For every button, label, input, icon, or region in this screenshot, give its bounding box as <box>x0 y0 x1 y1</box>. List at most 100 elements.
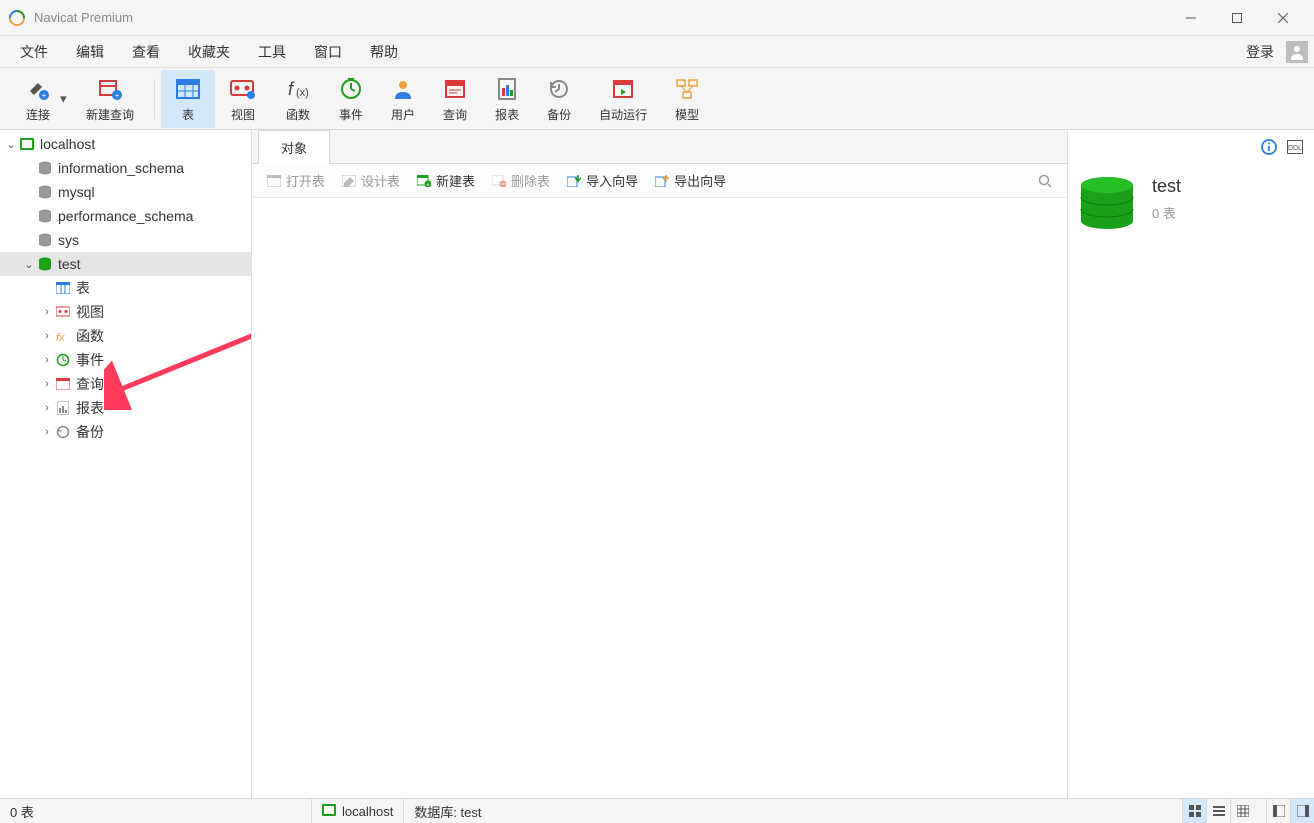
chevron-down-icon[interactable]: ⌄ <box>22 258 36 271</box>
connection-tree[interactable]: ⌄ localhost information_schema mysql per… <box>0 130 252 798</box>
database-icon <box>36 233 54 247</box>
object-toolbar: 打开表 设计表 +新建表 删除表 导入向导 导出向导 <box>252 164 1067 198</box>
chevron-right-icon[interactable]: › <box>40 402 54 414</box>
toolbar-view[interactable]: 视图 <box>215 70 271 128</box>
chevron-right-icon[interactable]: › <box>40 354 54 366</box>
tree-db[interactable]: information_schema <box>0 156 251 180</box>
svg-text:+: + <box>42 91 47 100</box>
svg-text:f: f <box>288 79 295 99</box>
database-icon <box>36 257 54 271</box>
function-icon: fx <box>54 330 72 342</box>
window-title: Navicat Premium <box>34 10 1168 25</box>
close-button[interactable] <box>1260 0 1306 36</box>
object-list[interactable] <box>252 198 1067 798</box>
chevron-right-icon[interactable]: › <box>40 378 54 390</box>
backup-icon <box>54 425 72 439</box>
svg-text:DDL: DDL <box>1288 145 1302 152</box>
export-wizard-button[interactable]: 导出向导 <box>648 168 732 193</box>
chevron-right-icon[interactable]: › <box>40 306 54 318</box>
view-detail-icon[interactable] <box>1230 799 1254 823</box>
menu-file[interactable]: 文件 <box>6 38 62 66</box>
search-button[interactable] <box>1031 170 1059 192</box>
svg-text:(x): (x) <box>296 87 309 99</box>
toolbar-connect-dropdown[interactable]: ▾ <box>60 91 68 107</box>
design-table-button[interactable]: 设计表 <box>335 168 406 193</box>
tree-label: 视图 <box>76 302 104 322</box>
database-icon <box>36 209 54 223</box>
tree-label: mysql <box>58 184 95 200</box>
query-icon <box>54 378 72 390</box>
tree-label: test <box>58 256 81 272</box>
toolbar-model[interactable]: 模型 <box>661 70 713 128</box>
toolbar-auto-run[interactable]: 自动运行 <box>585 70 661 128</box>
avatar[interactable] <box>1286 41 1308 63</box>
toolbar-event[interactable]: 事件 <box>325 70 377 128</box>
svg-text:fx: fx <box>56 332 65 342</box>
tree-db[interactable]: performance_schema <box>0 204 251 228</box>
panel-left-icon[interactable] <box>1266 799 1290 823</box>
connection-icon <box>322 804 336 819</box>
info-icon[interactable] <box>1260 138 1278 156</box>
chevron-right-icon[interactable]: › <box>40 426 54 438</box>
tree-backups[interactable]: › 备份 <box>0 420 251 444</box>
login-button[interactable]: 登录 <box>1238 38 1282 66</box>
tree-db[interactable]: sys <box>0 228 251 252</box>
maximize-button[interactable] <box>1214 0 1260 36</box>
toolbar-connect[interactable]: + 连接 <box>10 70 66 128</box>
panel-right-icon[interactable] <box>1290 799 1314 823</box>
status-left: 0 表 <box>0 799 312 823</box>
title-bar: Navicat Premium <box>0 0 1314 36</box>
tree-label: 函数 <box>76 326 104 346</box>
tree-queries[interactable]: › 查询 <box>0 372 251 396</box>
delete-table-button[interactable]: 删除表 <box>485 168 556 193</box>
toolbar-report[interactable]: 报表 <box>481 70 533 128</box>
toolbar-new-query[interactable]: + 新建查询 <box>72 70 148 128</box>
status-connection: localhost <box>312 799 404 823</box>
open-table-button[interactable]: 打开表 <box>260 168 331 193</box>
tree-label: information_schema <box>58 160 184 176</box>
event-icon <box>54 353 72 367</box>
import-wizard-button[interactable]: 导入向导 <box>560 168 644 193</box>
svg-text:+: + <box>115 91 120 100</box>
menu-window[interactable]: 窗口 <box>300 38 356 66</box>
toolbar-backup[interactable]: 备份 <box>533 70 585 128</box>
minimize-button[interactable] <box>1168 0 1214 36</box>
info-subtitle: 0 表 <box>1152 203 1181 222</box>
tree-db-selected[interactable]: ⌄ test <box>0 252 251 276</box>
tree-views[interactable]: › 视图 <box>0 300 251 324</box>
ddl-icon[interactable]: DDL <box>1286 138 1304 156</box>
view-list-icon[interactable] <box>1206 799 1230 823</box>
new-table-button[interactable]: +新建表 <box>410 168 481 193</box>
tree-reports[interactable]: › 报表 <box>0 396 251 420</box>
svg-text:+: + <box>426 182 430 187</box>
menu-help[interactable]: 帮助 <box>356 38 412 66</box>
main-toolbar: + 连接 ▾ + 新建查询 表 视图 f(x) 函数 事件 用户 查询 报表 备… <box>0 68 1314 130</box>
app-icon <box>8 9 26 27</box>
search-icon <box>1037 173 1053 189</box>
toolbar-user[interactable]: 用户 <box>377 70 429 128</box>
database-icon <box>36 161 54 175</box>
tree-db[interactable]: mysql <box>0 180 251 204</box>
info-title: test <box>1152 176 1181 197</box>
info-panel: DDL test 0 表 <box>1068 130 1314 798</box>
view-grid-icon[interactable] <box>1182 799 1206 823</box>
toolbar-query[interactable]: 查询 <box>429 70 481 128</box>
toolbar-table[interactable]: 表 <box>161 70 215 128</box>
view-icon <box>54 306 72 318</box>
table-icon <box>54 282 72 294</box>
tree-connection[interactable]: ⌄ localhost <box>0 132 251 156</box>
tree-functions[interactable]: › fx 函数 <box>0 324 251 348</box>
menu-favorites[interactable]: 收藏夹 <box>174 38 244 66</box>
chevron-right-icon[interactable]: › <box>40 330 54 342</box>
tab-objects[interactable]: 对象 <box>258 130 330 164</box>
menu-view[interactable]: 查看 <box>118 38 174 66</box>
toolbar-function[interactable]: f(x) 函数 <box>271 70 325 128</box>
menu-tools[interactable]: 工具 <box>244 38 300 66</box>
connection-icon <box>18 137 36 151</box>
tree-events[interactable]: › 事件 <box>0 348 251 372</box>
menu-edit[interactable]: 编辑 <box>62 38 118 66</box>
status-database: 数据库: test <box>404 799 491 823</box>
chevron-down-icon[interactable]: ⌄ <box>4 138 18 151</box>
tree-label: 事件 <box>76 350 104 370</box>
tree-tables[interactable]: 表 <box>0 276 251 300</box>
